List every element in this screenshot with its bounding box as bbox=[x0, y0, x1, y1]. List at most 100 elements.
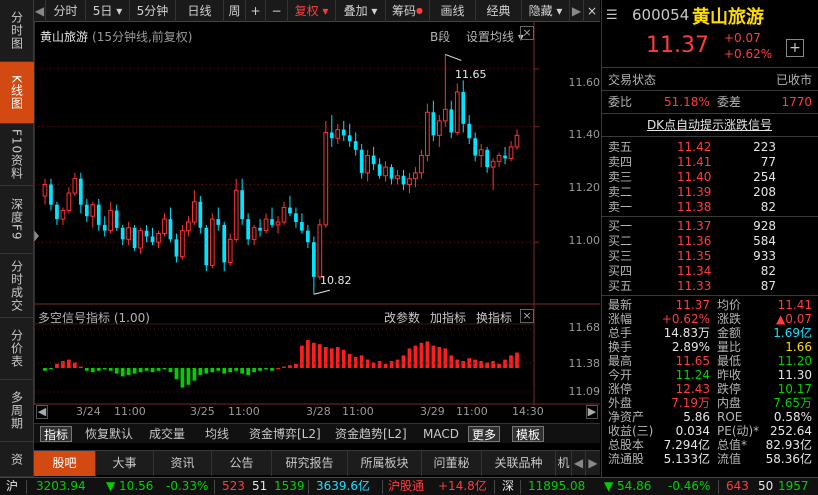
x-scroll-right-icon[interactable]: ▶ bbox=[586, 405, 598, 419]
zoom-out-button[interactable]: − bbox=[266, 0, 288, 22]
high-marker-arrow bbox=[445, 53, 462, 61]
toolbar-draw[interactable]: 画线 bbox=[430, 0, 476, 22]
toolbar-5min[interactable]: 5分钟 bbox=[130, 0, 176, 22]
zoom-in-button[interactable]: + bbox=[246, 0, 266, 22]
stat-value: 58.36亿 bbox=[765, 452, 812, 466]
candle-body bbox=[383, 166, 388, 177]
trade-status-row: 交易状态 已收市 bbox=[601, 73, 818, 88]
toolbar-5day[interactable]: 5日 ▾ bbox=[86, 0, 130, 22]
sell-row[interactable]: 卖四 11.41 77 bbox=[601, 155, 818, 170]
tab-more[interactable]: 机 bbox=[556, 451, 572, 476]
toolbar-adjust[interactable]: 复权 ▾ bbox=[288, 0, 336, 22]
chart-close-icon[interactable]: × bbox=[520, 26, 534, 40]
candle-body bbox=[312, 242, 316, 277]
candle-body bbox=[407, 178, 412, 185]
toolbar-daily[interactable]: 日线 bbox=[176, 0, 224, 22]
indicator-bar bbox=[461, 361, 466, 368]
hgt-label[interactable]: 沪股通 bbox=[388, 478, 424, 495]
sell-row[interactable]: 卖三 11.40 254 bbox=[601, 170, 818, 185]
tab-macd[interactable]: MACD bbox=[420, 426, 462, 442]
x-scroll-left-icon[interactable]: ◀ bbox=[36, 405, 48, 419]
candle-body bbox=[335, 129, 341, 139]
tab-related[interactable]: 关联品种 bbox=[482, 451, 556, 476]
add-indicator-button[interactable]: 加指标 bbox=[430, 309, 466, 326]
sh-change: ▼ 10.56 bbox=[106, 479, 154, 493]
tab-news[interactable]: 资讯 bbox=[154, 451, 212, 476]
tab-kline[interactable]: K线图 bbox=[0, 62, 34, 124]
tab-sectors[interactable]: 所属板块 bbox=[348, 451, 422, 476]
tab-fund-game[interactable]: 资金博弈[L2] bbox=[246, 426, 324, 442]
tab-multi-period[interactable]: 多周期 bbox=[0, 380, 34, 442]
toolbar-hide[interactable]: 隐藏 ▾ bbox=[522, 0, 570, 22]
add-watchlist-button[interactable]: + bbox=[786, 39, 804, 57]
stat-row: 换手 2.89% 量比 1.66 bbox=[601, 340, 818, 354]
stat-value: 252.64 bbox=[770, 424, 812, 438]
indicator-bar bbox=[162, 368, 167, 370]
tabs-next-icon[interactable]: ▶ bbox=[586, 451, 600, 476]
b-section-button[interactable]: B段 bbox=[430, 28, 450, 45]
toolbar-overlay[interactable]: 叠加 ▾ bbox=[336, 0, 386, 22]
tab-events[interactable]: 大事 bbox=[96, 451, 154, 476]
tabs-prev-icon[interactable]: ◀ bbox=[572, 451, 586, 476]
buy-row[interactable]: 买一 11.37 928 bbox=[601, 219, 818, 234]
tab-ask-secretary[interactable]: 问董秘 bbox=[422, 451, 482, 476]
candle-body bbox=[174, 239, 179, 257]
stock-code: 600054 bbox=[632, 6, 690, 24]
close-icon[interactable]: × bbox=[584, 0, 600, 22]
toolbar-chips[interactable]: 筹码● bbox=[386, 0, 430, 22]
indicator-bar bbox=[312, 342, 316, 368]
tab-ma[interactable]: 均线 bbox=[202, 426, 232, 442]
toolbar-classic[interactable]: 经典 bbox=[476, 0, 522, 22]
buy-row[interactable]: 买五 11.33 87 bbox=[601, 279, 818, 294]
toolbar-time-share[interactable]: 分时 bbox=[46, 0, 86, 22]
tab-volume[interactable]: 成交量 bbox=[146, 426, 188, 442]
tab-depth-f9[interactable]: 深度F9 bbox=[0, 186, 34, 254]
stat-value: +0.62% bbox=[661, 312, 710, 326]
signal-link[interactable]: DK点自动提示涨跌信号 bbox=[601, 118, 818, 133]
candle-body bbox=[263, 218, 269, 232]
tab-announcements[interactable]: 公告 bbox=[212, 451, 272, 476]
sz-index[interactable]: 11895.08 bbox=[528, 478, 585, 495]
buy-row[interactable]: 买四 11.34 82 bbox=[601, 264, 818, 279]
wb-value: 51.18% bbox=[664, 95, 710, 109]
sell-row[interactable]: 卖一 11.38 82 bbox=[601, 200, 818, 215]
candle-body bbox=[300, 222, 304, 231]
stat-value: 2.89% bbox=[671, 340, 710, 354]
stat-value: 1.69亿 bbox=[773, 326, 812, 340]
sell-row[interactable]: 卖五 11.42 223 bbox=[601, 140, 818, 155]
indicator-bar bbox=[204, 368, 209, 374]
tab-trades[interactable]: 分时成交 bbox=[0, 254, 34, 318]
price-tick: 11.20 bbox=[568, 181, 601, 194]
scroll-right-icon[interactable]: ▶ bbox=[570, 0, 584, 22]
tab-research[interactable]: 研究报告 bbox=[272, 451, 348, 476]
more-button[interactable]: 更多 bbox=[468, 426, 501, 442]
notification-dot-icon: ● bbox=[416, 6, 423, 15]
sh-index[interactable]: 3203.94 bbox=[36, 478, 86, 495]
tab-price-table[interactable]: 分价表 bbox=[0, 318, 34, 380]
kline-chart[interactable] bbox=[34, 22, 600, 405]
scroll-left-icon[interactable]: ◀ bbox=[34, 0, 46, 22]
tab-funds[interactable]: 资 bbox=[0, 442, 34, 477]
buy-row[interactable]: 买三 11.35 933 bbox=[601, 249, 818, 264]
buy-row[interactable]: 买二 11.36 584 bbox=[601, 234, 818, 249]
tab-f10[interactable]: F10资料 bbox=[0, 124, 34, 186]
candle-body bbox=[478, 149, 484, 157]
template-button[interactable]: 模板 bbox=[512, 426, 545, 442]
tab-time-share[interactable]: 分时图 bbox=[0, 0, 34, 62]
tab-fund-trend[interactable]: 资金趋势[L2] bbox=[332, 426, 410, 442]
tab-guba[interactable]: 股吧 bbox=[34, 451, 96, 476]
edit-params-button[interactable]: 改参数 bbox=[384, 309, 420, 326]
tab-indicator[interactable]: 指标 bbox=[40, 426, 73, 442]
sell-level: 卖三 bbox=[608, 170, 633, 184]
indicator-tick: 11.09 bbox=[568, 385, 601, 398]
sell-row[interactable]: 卖二 11.39 208 bbox=[601, 185, 818, 200]
tab-reset-default[interactable]: 恢复默认 bbox=[82, 426, 136, 442]
indicator-close-icon[interactable]: × bbox=[520, 309, 534, 323]
stat-label: 涨停 bbox=[608, 382, 633, 396]
low-price-label: 10.82 bbox=[320, 274, 352, 287]
menu-icon[interactable]: ☰ bbox=[606, 8, 618, 23]
ma-settings-button[interactable]: 设置均线 ▾ bbox=[466, 28, 524, 45]
toolbar-weekly[interactable]: 周 bbox=[224, 0, 246, 22]
change-indicator-button[interactable]: 换指标 bbox=[476, 309, 512, 326]
stat-label: 最高 bbox=[608, 354, 633, 368]
